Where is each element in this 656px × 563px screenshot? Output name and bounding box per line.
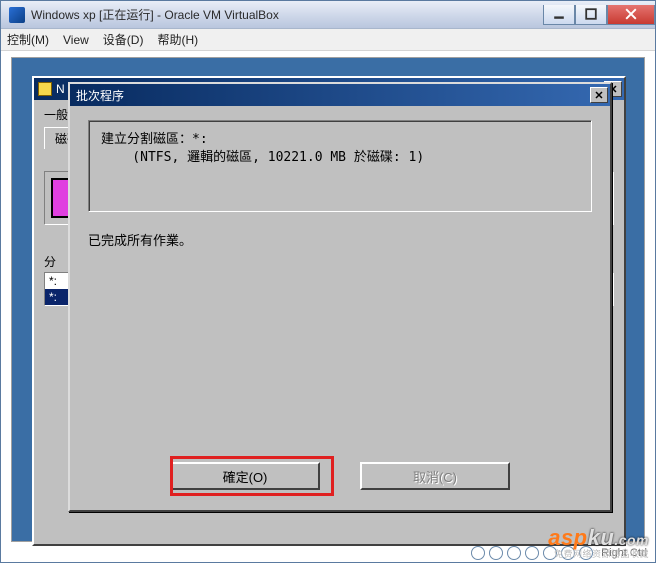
- maximize-button[interactable]: [575, 5, 607, 25]
- cancel-button: 取消(C): [360, 462, 510, 490]
- status-text: 已完成所有作業。: [88, 230, 592, 249]
- background-title-fragment: N: [56, 82, 65, 96]
- dialog-close-button[interactable]: ✕: [590, 87, 608, 103]
- host-window-title: Windows xp [正在运行] - Oracle VM VirtualBox: [31, 6, 279, 23]
- dialog-titlebar: 批次程序 ✕: [70, 84, 610, 106]
- app-icon: [38, 82, 52, 96]
- menu-devices[interactable]: 设备(D): [103, 31, 144, 48]
- batch-dialog: 批次程序 ✕ 建立分割磁區：*: (NTFS, 邏輯的磁區, 10221.0 M…: [68, 82, 612, 512]
- output-line-2: (NTFS, 邏輯的磁區, 10221.0 MB 於磁碟: 1): [101, 150, 424, 165]
- close-button[interactable]: [607, 5, 655, 25]
- hdd-activity-icon: [471, 546, 485, 560]
- host-titlebar: Windows xp [正在运行] - Oracle VM VirtualBox: [1, 1, 655, 29]
- window-controls: [543, 5, 655, 25]
- output-line-1: 建立分割磁區：*:: [101, 132, 208, 147]
- watermark-suffix: .com: [614, 532, 649, 548]
- batch-output: 建立分割磁區：*: (NTFS, 邏輯的磁區, 10221.0 MB 於磁碟: …: [88, 120, 592, 212]
- menu-control[interactable]: 控制(M): [7, 31, 49, 48]
- watermark: aspku.com 免费网络资源精品收藏: [548, 525, 649, 560]
- guest-display: N ✕ 一般 磁碟 分 *: *: 批次程序 ✕ 建立分割磁區：*:: [11, 57, 645, 542]
- dialog-title: 批次程序: [76, 87, 124, 104]
- usb-activity-icon: [525, 546, 539, 560]
- virtualbox-icon: [9, 7, 25, 23]
- host-menubar: 控制(M) View 设备(D) 帮助(H): [1, 29, 655, 51]
- ok-button[interactable]: 確定(O): [170, 462, 320, 490]
- watermark-subtitle: 免费网络资源精品收藏: [548, 547, 649, 560]
- dialog-button-row: 確定(O) 取消(C): [88, 462, 592, 494]
- minimize-button[interactable]: [543, 5, 575, 25]
- menu-help[interactable]: 帮助(H): [157, 31, 198, 48]
- cd-activity-icon: [489, 546, 503, 560]
- menu-view[interactable]: View: [63, 33, 89, 47]
- network-activity-icon: [507, 546, 521, 560]
